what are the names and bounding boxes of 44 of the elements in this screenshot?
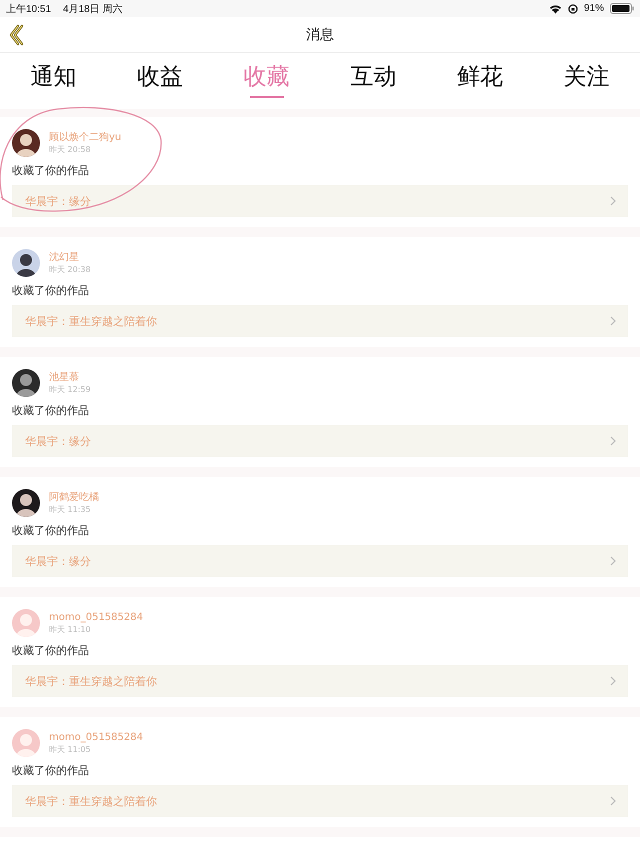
- chevron-right-icon: [610, 316, 616, 326]
- tab[interactable]: 关注: [533, 53, 640, 109]
- battery-percent: 91%: [584, 3, 604, 14]
- work-link[interactable]: 华晨宇：重生穿越之陪着你: [12, 305, 628, 337]
- user-name[interactable]: 沈幻星: [49, 251, 91, 264]
- user-name[interactable]: momo_051585284: [49, 731, 143, 744]
- action-text: 收藏了你的作品: [12, 283, 90, 298]
- tab[interactable]: 通知: [0, 53, 107, 109]
- wifi-icon: [548, 4, 562, 14]
- chevron-right-icon: [610, 796, 616, 806]
- user-name[interactable]: 阿鹤爱吃橘: [49, 491, 99, 504]
- chevron-right-icon: [610, 196, 616, 206]
- work-link[interactable]: 华晨宇：缘分: [12, 545, 628, 577]
- timestamp: 昨天 11:05: [49, 744, 92, 755]
- tab[interactable]: 收益: [106, 53, 214, 109]
- action-text: 收藏了你的作品: [12, 643, 90, 658]
- action-text: 收藏了你的作品: [12, 403, 90, 418]
- battery-icon: [610, 3, 634, 14]
- user-name[interactable]: 池星慕: [49, 371, 91, 384]
- user-name[interactable]: momo_051585284: [49, 611, 143, 624]
- work-link[interactable]: 华晨宇：缘分: [12, 425, 628, 457]
- timestamp: 昨天 20:58: [49, 144, 92, 155]
- tab[interactable]: 鲜花: [426, 53, 534, 109]
- tab[interactable]: 互动: [320, 53, 427, 109]
- chevron-right-icon: [610, 556, 616, 566]
- action-text: 收藏了你的作品: [12, 523, 90, 538]
- work-link[interactable]: 华晨宇：缘分: [12, 185, 628, 217]
- rotation-lock-icon: [568, 4, 578, 14]
- timestamp: 昨天 12:59: [49, 384, 91, 395]
- tab[interactable]: 收藏: [213, 53, 320, 109]
- chevron-right-icon: [610, 676, 616, 686]
- timestamp: 昨天 20:38: [49, 264, 91, 275]
- timestamp: 昨天 11:35: [49, 504, 92, 515]
- back-icon[interactable]: [8, 24, 24, 46]
- work-link[interactable]: 华晨宇：重生穿越之陪着你: [12, 785, 628, 817]
- timestamp: 昨天 11:10: [49, 624, 92, 635]
- status-time: 上午10:51: [6, 2, 52, 16]
- status-date: 4月18日 周六: [63, 2, 122, 16]
- user-name[interactable]: 顾以焕个二狗yu: [49, 131, 122, 144]
- action-text: 收藏了你的作品: [12, 763, 90, 778]
- action-text: 收藏了你的作品: [12, 163, 90, 178]
- page-title: 消息: [306, 26, 334, 44]
- work-link[interactable]: 华晨宇：重生穿越之陪着你: [12, 665, 628, 697]
- chevron-right-icon: [610, 436, 616, 446]
